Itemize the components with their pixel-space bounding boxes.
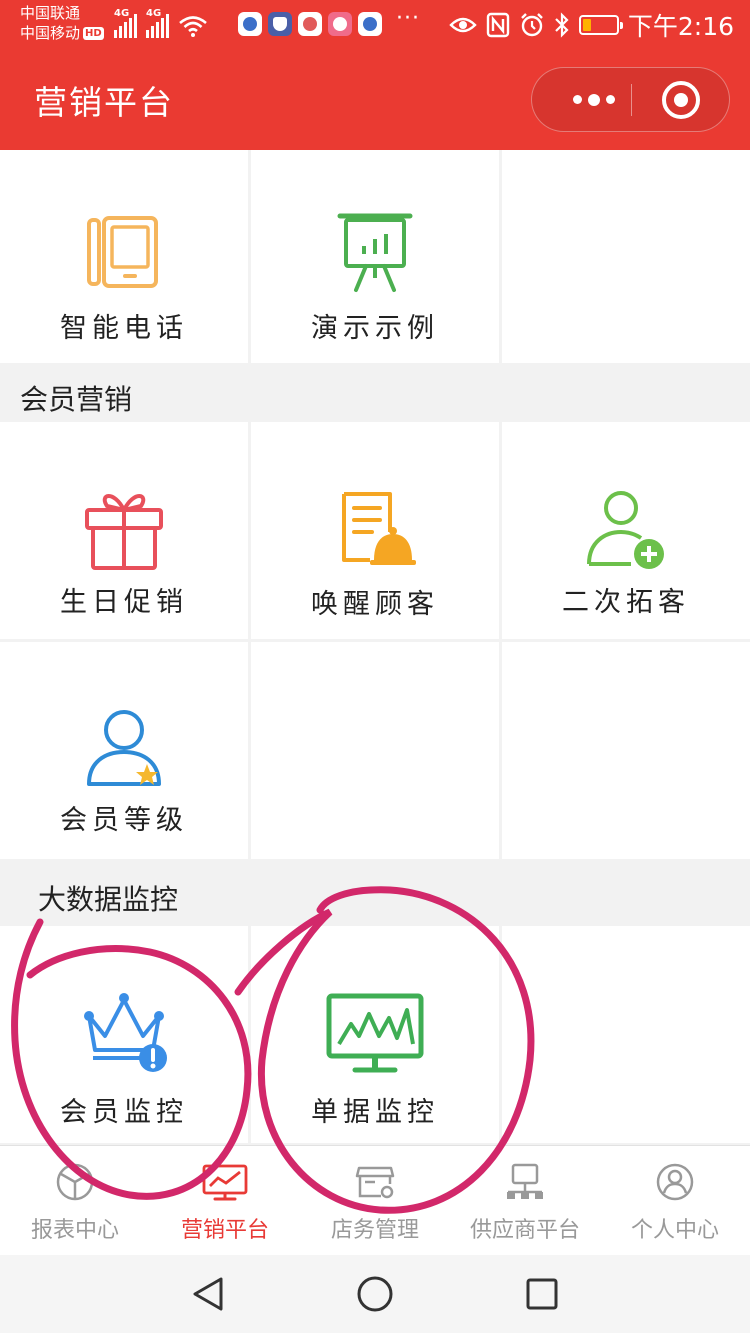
menu-item-secondary-outreach[interactable]: 二次拓客 [502, 422, 750, 639]
store-settings-icon [355, 1162, 395, 1202]
recent-apps-button[interactable] [522, 1274, 562, 1314]
top-grid: 智能电话 演示示例 [0, 150, 750, 363]
notification-icons [238, 12, 382, 36]
main-content: 智能电话 演示示例 会员营销 生日促销 唤醒顾客 二次拓客 会员等级 大数据监控… [0, 150, 750, 1145]
more-options-button[interactable] [557, 68, 631, 131]
status-bar: 中国联通 中国移动 HD 4G 4G ··· 下午2:16 [0, 0, 750, 50]
menu-item-label: 唤醒顾客 [311, 589, 439, 620]
user-star-icon [79, 704, 169, 794]
paw-notification-icon [298, 12, 322, 36]
capsule-divider [631, 84, 632, 116]
gift-icon [79, 484, 169, 574]
back-button[interactable] [188, 1274, 228, 1314]
network-type-1: 4G [114, 8, 130, 19]
tab-supplier-platform[interactable]: 供应商平台 [450, 1146, 600, 1256]
presentation-board-icon [330, 208, 420, 298]
user-circle-icon [655, 1162, 695, 1202]
section-title-big-data: 大数据监控 [38, 883, 179, 916]
back-triangle-icon [193, 1277, 223, 1311]
network-type-2: 4G [146, 8, 162, 19]
dot-icon [606, 95, 615, 104]
section-title-member-marketing: 会员营销 [20, 383, 133, 416]
dot-icon [573, 95, 582, 104]
bottom-tab-bar: 报表中心 营销平台 店务管理 供应商平台 个人中心 [0, 1145, 750, 1255]
close-mini-program-button[interactable] [662, 81, 700, 119]
app-notification-icon [358, 12, 382, 36]
home-circle-icon [357, 1276, 393, 1312]
signal-indicators: 4G 4G [114, 8, 208, 38]
menu-item-demo[interactable]: 演示示例 [251, 150, 499, 363]
menu-item-label: 单据监控 [311, 1097, 439, 1128]
menu-item-smart-phone[interactable]: 智能电话 [0, 150, 248, 363]
empty-cell [502, 926, 750, 1143]
tab-personal-center[interactable]: 个人中心 [600, 1146, 750, 1256]
system-navigation-bar [0, 1255, 750, 1333]
carrier-2: 中国移动 [20, 24, 81, 42]
title-bar: 营销平台 [0, 50, 750, 150]
system-status: 下午2:16 [449, 8, 734, 42]
member-marketing-grid: 生日促销 唤醒顾客 二次拓客 会员等级 [0, 422, 750, 859]
menu-item-wake-customers[interactable]: 唤醒顾客 [251, 422, 499, 639]
menu-item-label: 演示示例 [311, 313, 439, 344]
user-add-icon [581, 484, 671, 574]
monitor-chart-icon [325, 988, 425, 1078]
big-data-grid: 会员监控 单据监控 [0, 926, 750, 1143]
mini-program-capsule [531, 67, 730, 132]
tab-report-center[interactable]: 报表中心 [0, 1146, 150, 1256]
more-notifications: ··· [396, 6, 420, 31]
empty-cell [502, 150, 750, 363]
menu-item-label: 会员监控 [60, 1097, 188, 1128]
menu-item-label: 会员等级 [60, 805, 188, 836]
empty-cell [251, 642, 499, 859]
menu-item-member-monitor[interactable]: 会员监控 [0, 926, 248, 1143]
home-button[interactable] [355, 1274, 395, 1314]
bluetooth-icon [555, 12, 569, 38]
app-notification-icon [238, 12, 262, 36]
document-bell-icon [330, 484, 420, 574]
tab-store-management[interactable]: 店务管理 [300, 1146, 450, 1256]
tab-label: 营销平台 [180, 1218, 269, 1243]
tab-label: 供应商平台 [469, 1218, 580, 1243]
battery-icon [578, 15, 623, 35]
tab-label: 个人中心 [630, 1218, 719, 1243]
empty-cell [502, 642, 750, 859]
alarm-icon [521, 13, 543, 37]
app-notification-icon [328, 12, 352, 36]
menu-item-member-level[interactable]: 会员等级 [0, 642, 248, 859]
carrier-1: 中国联通 [20, 4, 81, 22]
screen-trend-icon [202, 1162, 248, 1202]
menu-item-label: 智能电话 [60, 313, 188, 344]
tab-label: 店务管理 [330, 1218, 419, 1243]
network-server-icon [505, 1162, 545, 1202]
hd-badge: HD [83, 27, 104, 40]
wifi-icon [179, 16, 207, 37]
menu-item-document-monitor[interactable]: 单据监控 [251, 926, 499, 1143]
recent-square-icon [526, 1278, 558, 1310]
shield-notification-icon [268, 12, 292, 36]
nfc-icon [486, 12, 510, 38]
page-title: 营销平台 [34, 83, 174, 122]
signal-icon: 4G [146, 8, 169, 38]
menu-item-birthday-promo[interactable]: 生日促销 [0, 422, 248, 639]
tab-label: 报表中心 [30, 1218, 119, 1243]
dot-icon [588, 93, 600, 106]
menu-item-label: 生日促销 [60, 587, 188, 618]
pie-chart-icon [55, 1162, 95, 1202]
phone-icon [79, 208, 169, 298]
tab-marketing-platform[interactable]: 营销平台 [150, 1146, 300, 1256]
clock: 下午2:16 [627, 12, 734, 41]
eye-icon [449, 17, 477, 33]
crown-alert-icon [79, 988, 169, 1078]
menu-item-label: 二次拓客 [562, 587, 690, 618]
signal-icon: 4G [114, 8, 137, 38]
carrier-info: 中国联通 中国移动 HD [20, 3, 104, 43]
